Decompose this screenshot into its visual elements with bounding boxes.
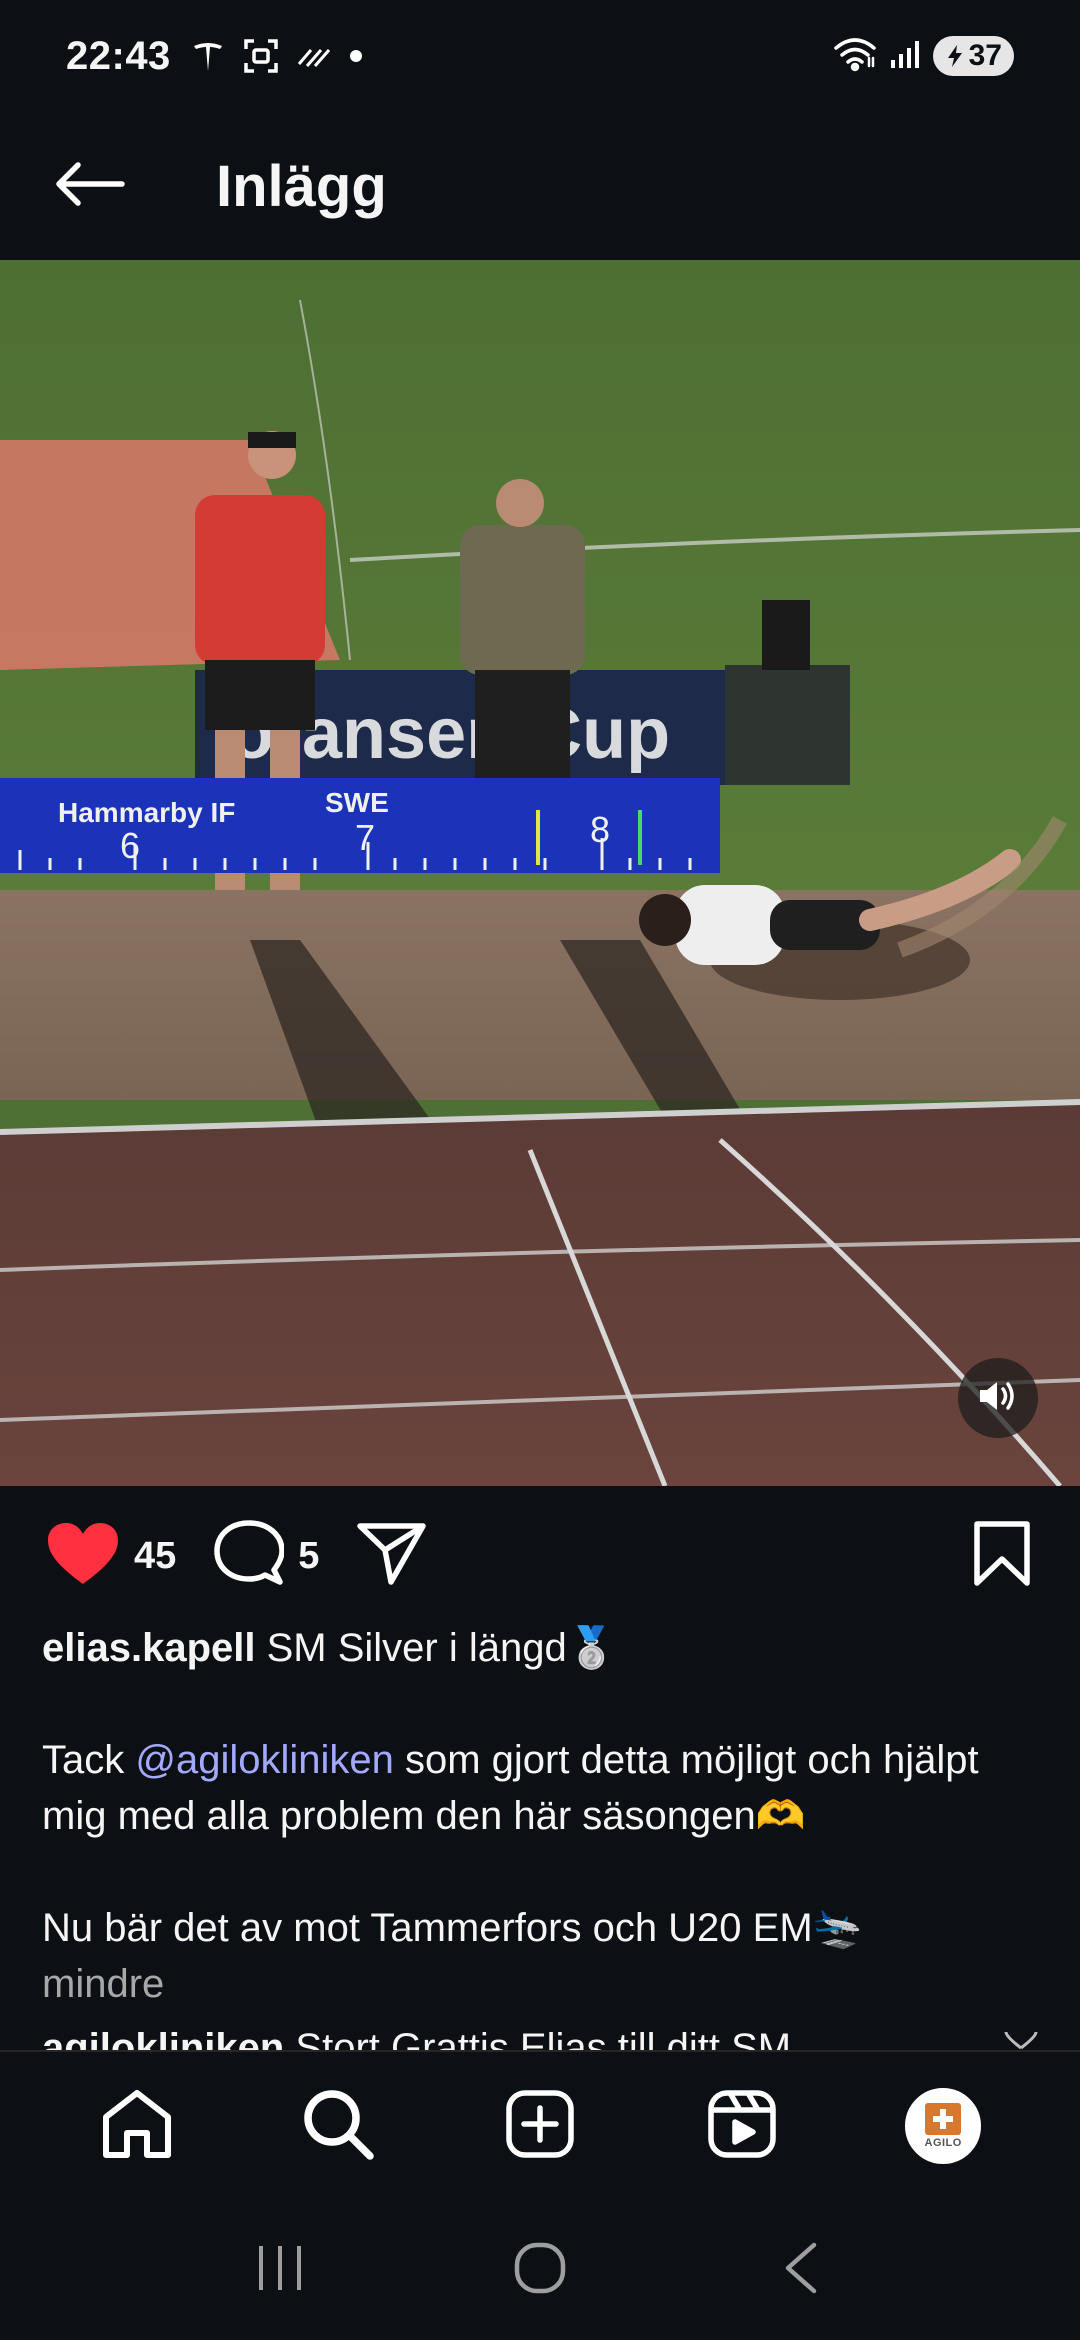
- nfc-icon: [297, 44, 331, 68]
- comment-button[interactable]: 5: [214, 1519, 319, 1593]
- nav-reels[interactable]: [687, 2071, 797, 2181]
- recents-button[interactable]: [220, 2220, 340, 2320]
- status-icons-right: 37: [833, 36, 1014, 77]
- wifi-icon: [833, 36, 877, 77]
- home-icon: [101, 2089, 173, 2164]
- battery-indicator: 37: [932, 36, 1014, 76]
- status-icons-left: [191, 38, 363, 74]
- sound-toggle-button[interactable]: [958, 1358, 1038, 1438]
- tesla-icon: [191, 39, 225, 73]
- home-circle-icon: [514, 2242, 566, 2299]
- heart-filled-icon: [46, 1521, 120, 1592]
- caption-text-2a: Tack: [42, 1738, 136, 1782]
- like-count[interactable]: 45: [134, 1535, 176, 1578]
- create-icon: [506, 2089, 574, 2163]
- share-button[interactable]: [357, 1522, 427, 1591]
- post-video[interactable]: oransen Cup Hammarby IF SWE 6 7 8: [0, 260, 1080, 1486]
- nav-search[interactable]: [283, 2071, 393, 2181]
- profile-avatar: AGILO: [905, 2088, 982, 2164]
- caption-line-2: Tack @agilokliniken som gjort detta möjl…: [42, 1732, 1042, 1844]
- post-header: Inlägg: [0, 112, 1080, 260]
- caption-mention[interactable]: @agilokliniken: [135, 1738, 394, 1782]
- nav-create[interactable]: [485, 2071, 595, 2181]
- comment-count[interactable]: 5: [298, 1535, 319, 1578]
- battery-level: 37: [968, 39, 1002, 72]
- comment-text: Stort Grattis Elias till ditt SM: [295, 2026, 792, 2050]
- back-button[interactable]: [30, 126, 150, 246]
- page-title: Inlägg: [216, 153, 387, 219]
- system-back-button[interactable]: [740, 2220, 860, 2320]
- send-icon: [357, 1522, 427, 1591]
- caption-line-1: elias.kapell SM Silver i längd🥈: [42, 1620, 1042, 1676]
- nav-profile[interactable]: AGILO: [888, 2071, 998, 2181]
- scoreboard-tick-8: 8: [590, 809, 610, 850]
- status-time: 22:43: [66, 33, 171, 78]
- chevron-left-icon: [782, 2242, 818, 2299]
- scoreboard-club: Hammarby IF: [58, 797, 235, 828]
- home-button[interactable]: [480, 2220, 600, 2320]
- screenshot-icon: [243, 38, 279, 74]
- status-bar: 22:43 37: [0, 0, 1080, 112]
- scoreboard-tick-7: 7: [355, 817, 375, 858]
- caption-less-button[interactable]: mindre: [42, 1956, 1042, 2012]
- post-actions: 45 5: [0, 1486, 1080, 1626]
- arrow-left-icon: [54, 160, 126, 213]
- speaker-on-icon: [977, 1378, 1019, 1419]
- video-frame: oransen Cup Hammarby IF SWE 6 7 8: [0, 260, 1080, 1486]
- signal-icon: [889, 38, 921, 75]
- agilo-logo-icon: [925, 2103, 962, 2135]
- avatar-text: AGILO: [924, 2137, 962, 2149]
- caption-text-1: SM Silver i längd🥈: [266, 1626, 617, 1670]
- comment-preview[interactable]: agilokliniken Stort Grattis Elias till d…: [42, 2020, 1042, 2050]
- comment-icon: [214, 1519, 286, 1593]
- recents-icon: [256, 2244, 304, 2297]
- caption-username[interactable]: elias.kapell: [42, 1626, 255, 1670]
- save-button[interactable]: [974, 1520, 1030, 1592]
- caption-line-3: Nu bär det av mot Tammerfors och U20 EM🛬: [42, 1906, 863, 1950]
- search-icon: [302, 2088, 375, 2165]
- system-navigation: [0, 2200, 1080, 2340]
- bottom-navigation: AGILO: [0, 2050, 1080, 2200]
- reels-icon: [707, 2089, 776, 2163]
- dot-icon: [349, 49, 363, 63]
- like-button[interactable]: 45: [46, 1521, 176, 1592]
- scoreboard-country: SWE: [325, 787, 389, 818]
- nav-home[interactable]: [82, 2071, 192, 2181]
- post-caption: elias.kapell SM Silver i längd🥈 Tack @ag…: [42, 1620, 1042, 2012]
- scoreboard-tick-6: 6: [120, 825, 140, 866]
- comment-username[interactable]: agilokliniken: [42, 2026, 284, 2050]
- bookmark-icon: [974, 1520, 1030, 1591]
